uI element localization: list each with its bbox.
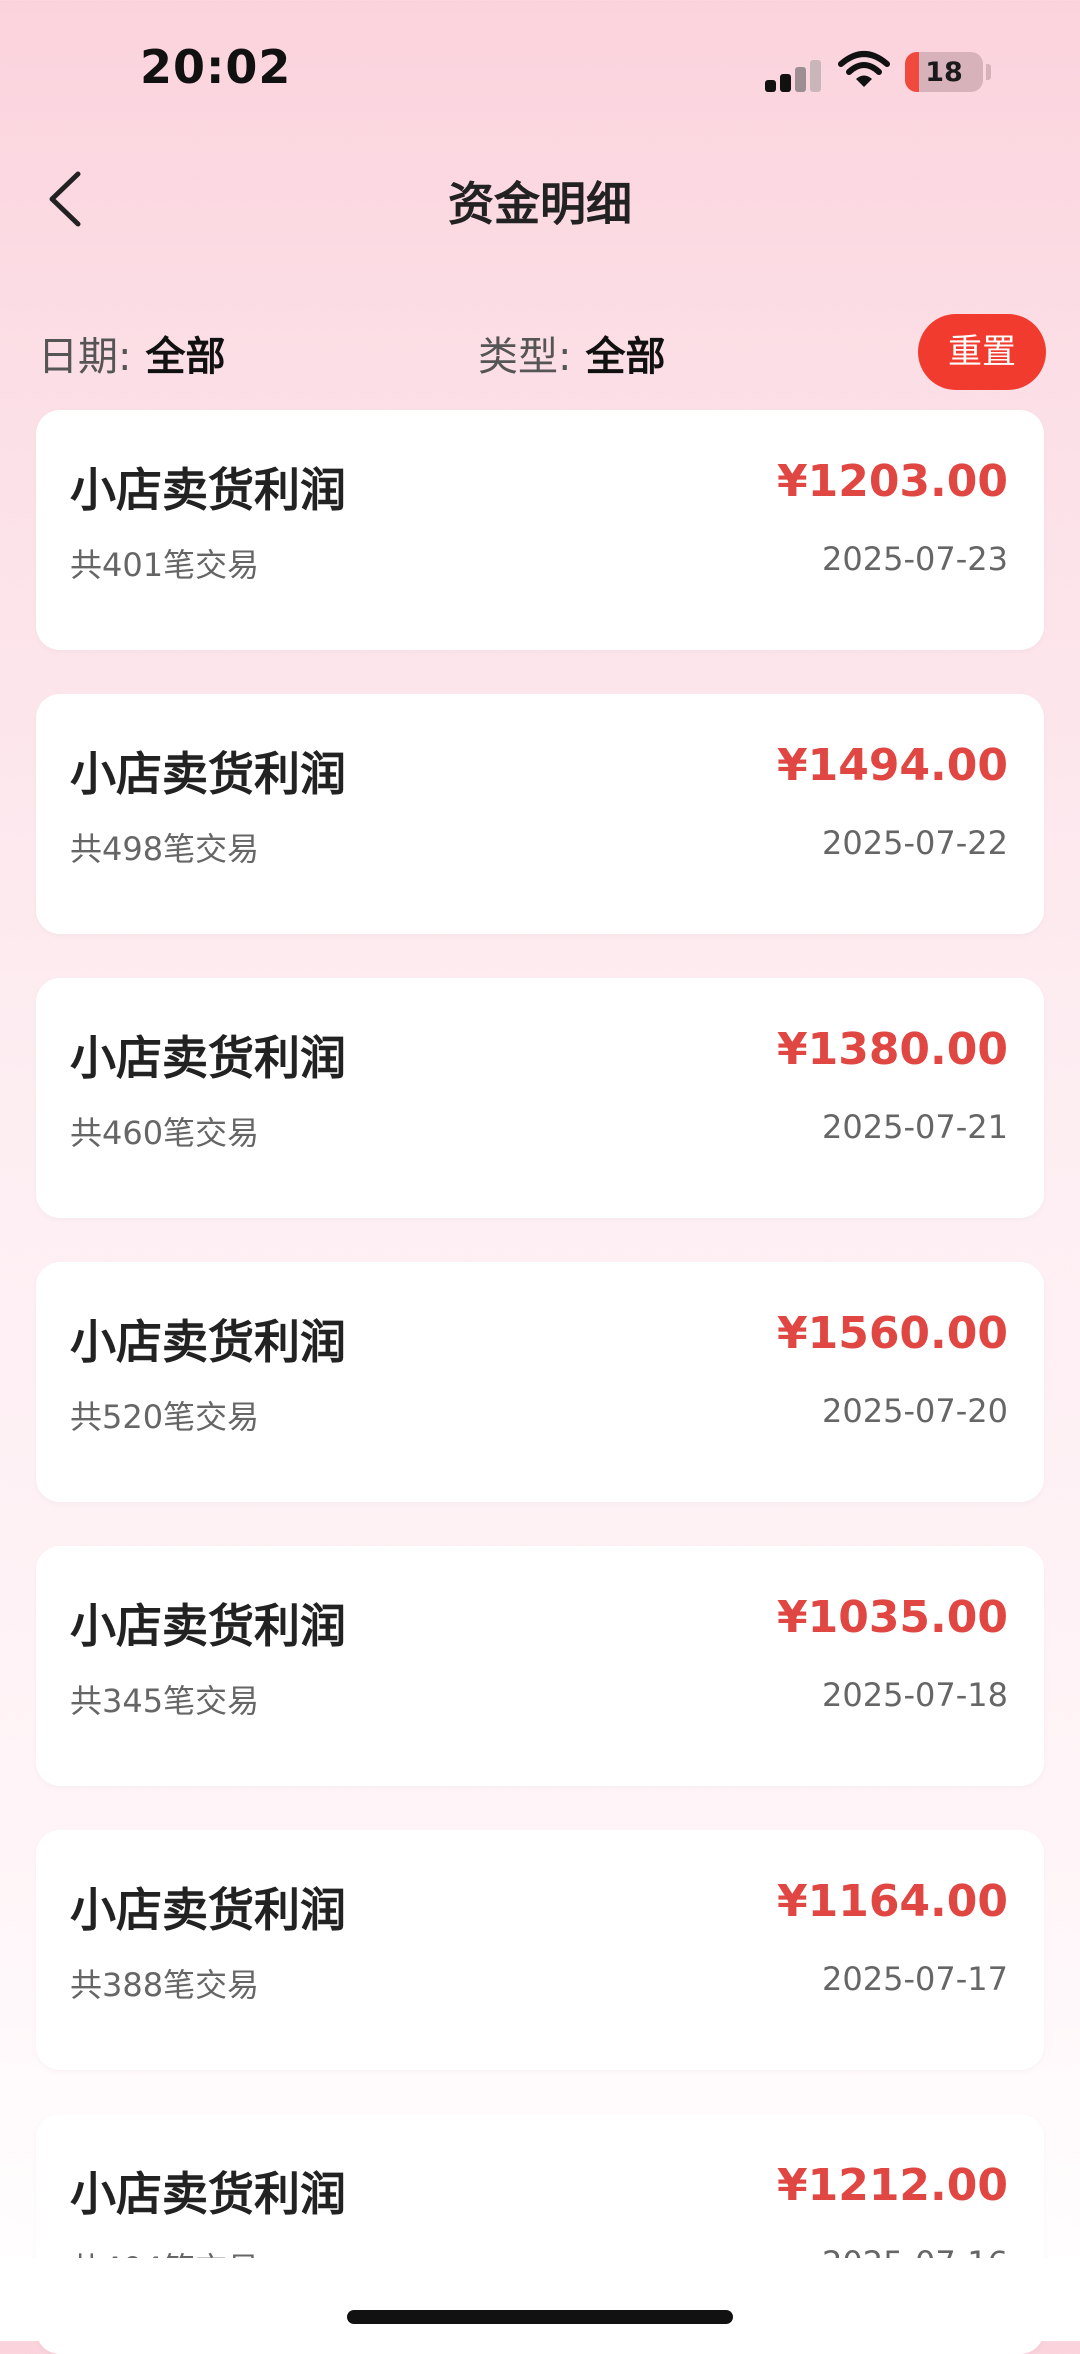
record-card[interactable]: 小店卖货利润 共388笔交易 ¥1164.00 2025-07-17 [36, 1830, 1044, 2070]
record-card[interactable]: 小店卖货利润 共498笔交易 ¥1494.00 2025-07-22 [36, 694, 1044, 934]
record-count: 共498笔交易 [70, 830, 260, 868]
type-filter-label: 类型: [478, 334, 572, 380]
record-amount: ¥1212.00 [776, 2160, 1008, 2211]
battery-icon: 18 [905, 52, 983, 92]
home-indicator-area [0, 2258, 1080, 2341]
status-time: 20:02 [140, 40, 292, 94]
record-amount: ¥1380.00 [776, 1024, 1008, 1075]
record-title: 小店卖货利润 [70, 747, 346, 801]
record-count: 共460笔交易 [70, 1114, 260, 1152]
date-filter-value: 全部 [145, 334, 226, 380]
record-date: 2025-07-20 [822, 1392, 1008, 1430]
record-title: 小店卖货利润 [70, 1599, 346, 1653]
battery-cap [986, 64, 991, 80]
record-card[interactable]: 小店卖货利润 共520笔交易 ¥1560.00 2025-07-20 [36, 1262, 1044, 1502]
page-title: 资金明细 [448, 177, 632, 231]
type-filter-value: 全部 [585, 334, 666, 380]
record-date: 2025-07-22 [822, 824, 1008, 862]
record-card[interactable]: 小店卖货利润 共401笔交易 ¥1203.00 2025-07-23 [36, 410, 1044, 650]
reset-button[interactable]: 重置 [918, 314, 1046, 390]
record-amount: ¥1164.00 [776, 1876, 1008, 1927]
record-date: 2025-07-21 [822, 1108, 1008, 1146]
record-title: 小店卖货利润 [70, 1031, 346, 1085]
date-filter-label: 日期: [38, 334, 132, 380]
record-amount: ¥1560.00 [776, 1308, 1008, 1359]
record-title: 小店卖货利润 [70, 1315, 346, 1369]
record-count: 共520笔交易 [70, 1398, 260, 1436]
type-filter[interactable]: 类型: 全部 [478, 324, 665, 382]
navigation-bar: 资金明细 [0, 150, 1080, 250]
record-amount: ¥1494.00 [776, 740, 1008, 791]
cellular-signal-icon [765, 60, 823, 92]
record-count: 共388笔交易 [70, 1966, 260, 2004]
record-date: 2025-07-18 [822, 1676, 1008, 1714]
filter-bar: 日期: 全部 类型: 全部 重置 [0, 308, 1080, 394]
home-indicator[interactable] [347, 2310, 733, 2324]
record-card[interactable]: 小店卖货利润 共345笔交易 ¥1035.00 2025-07-18 [36, 1546, 1044, 1786]
record-amount: ¥1035.00 [776, 1592, 1008, 1643]
status-bar: 20:02 18 [0, 0, 1080, 150]
record-title: 小店卖货利润 [70, 463, 346, 517]
record-card[interactable]: 小店卖货利润 共460笔交易 ¥1380.00 2025-07-21 [36, 978, 1044, 1218]
record-title: 小店卖货利润 [70, 1883, 346, 1937]
record-count: 共401笔交易 [70, 546, 260, 584]
record-date: 2025-07-17 [822, 1960, 1008, 1998]
record-amount: ¥1203.00 [776, 456, 1008, 507]
battery-percentage: 18 [925, 57, 963, 88]
date-filter[interactable]: 日期: 全部 [38, 324, 225, 382]
record-date: 2025-07-23 [822, 540, 1008, 578]
wifi-icon [838, 51, 890, 87]
record-title: 小店卖货利润 [70, 2167, 346, 2221]
record-count: 共345笔交易 [70, 1682, 260, 1720]
